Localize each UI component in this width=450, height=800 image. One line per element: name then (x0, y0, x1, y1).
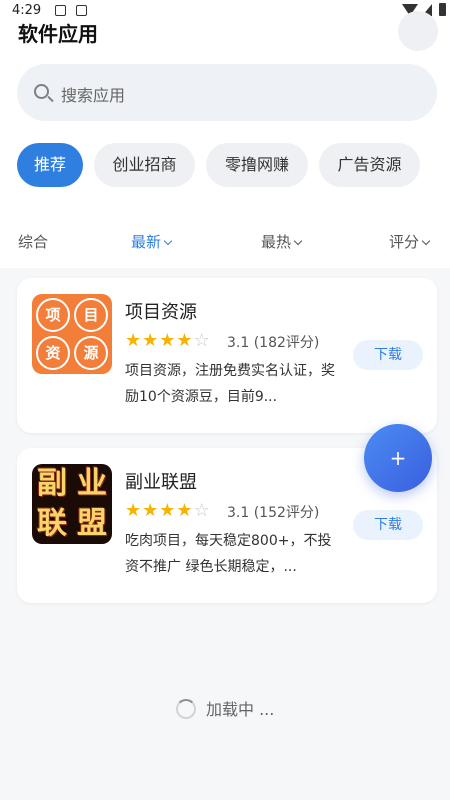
star-filled-icon: ★ (176, 330, 194, 351)
star-empty-icon: ☆ (193, 330, 211, 351)
sort-option-hot[interactable]: 最热 (261, 231, 303, 252)
add-button[interactable]: + (364, 424, 432, 492)
search-placeholder: 搜索应用 (61, 86, 126, 105)
star-rating: ★★★★☆ (125, 330, 211, 351)
logo-char: 联 (37, 506, 67, 541)
battery-icon (439, 3, 446, 16)
star-filled-icon: ★ (142, 500, 160, 521)
logo-char: 源 (74, 336, 108, 370)
logo-char: 盟 (77, 506, 107, 541)
category-tab-earn[interactable]: 零撸网赚 (206, 143, 308, 187)
app-description: 项目资源，注册免费实名认证，奖励10个资源豆，目前9... (125, 363, 335, 405)
loading-spinner-icon (176, 699, 196, 719)
sort-option-overall[interactable]: 综合 (18, 231, 48, 252)
category-tab-recommend[interactable]: 推荐 (17, 143, 83, 187)
sort-option-rating[interactable]: 评分 (389, 231, 431, 252)
logo-char: 目 (74, 298, 108, 332)
category-tab-startup[interactable]: 创业招商 (94, 143, 195, 187)
notification-icon (55, 5, 66, 16)
download-button[interactable]: 下载 (353, 340, 423, 370)
rating-text: 3.1 (182评分) (227, 335, 320, 351)
status-time: 4:29 (12, 3, 42, 18)
page-title: 软件应用 (18, 22, 98, 46)
logo-char: 项 (36, 298, 70, 332)
notification-icon (76, 5, 87, 16)
logo-char: 业 (77, 466, 107, 501)
search-icon (34, 84, 49, 99)
app-name: 项目资源 (125, 302, 197, 323)
star-filled-icon: ★ (125, 330, 143, 351)
avatar[interactable] (398, 11, 438, 51)
star-filled-icon: ★ (159, 500, 177, 521)
star-filled-icon: ★ (142, 330, 160, 351)
app-description: 吃肉项目，每天稳定800+，不投资不推广 绿色长期稳定，... (125, 533, 332, 575)
chevron-down-icon (293, 236, 303, 246)
logo-char: 副 (37, 466, 67, 501)
app-card[interactable]: 项 目 资 源 项目资源 ★★★★☆ 3.1 (182评分) 项目资源，注册免费… (17, 278, 437, 433)
star-filled-icon: ★ (125, 500, 143, 521)
loading-indicator: 加载中 ... (176, 696, 274, 720)
sort-label: 最热 (261, 233, 292, 251)
app-name: 副业联盟 (125, 472, 197, 493)
sort-option-latest[interactable]: 最新 (131, 231, 173, 252)
search-input[interactable]: 搜索应用 (17, 64, 437, 121)
sort-label: 综合 (18, 233, 49, 251)
star-filled-icon: ★ (159, 330, 177, 351)
download-button[interactable]: 下载 (353, 510, 423, 540)
app-logo: 副 业 联 盟 (32, 464, 112, 544)
logo-char: 资 (36, 336, 70, 370)
category-tab-ads[interactable]: 广告资源 (319, 143, 420, 187)
star-filled-icon: ★ (176, 500, 194, 521)
loading-text: 加载中 ... (206, 700, 275, 719)
chevron-down-icon (163, 236, 173, 246)
app-logo: 项 目 资 源 (32, 294, 112, 374)
star-rating: ★★★★☆ (125, 500, 211, 521)
chevron-down-icon (421, 236, 431, 246)
sort-label: 评分 (389, 233, 420, 251)
star-empty-icon: ☆ (193, 500, 211, 521)
sort-label: 最新 (131, 233, 162, 251)
rating-text: 3.1 (152评分) (227, 505, 320, 521)
